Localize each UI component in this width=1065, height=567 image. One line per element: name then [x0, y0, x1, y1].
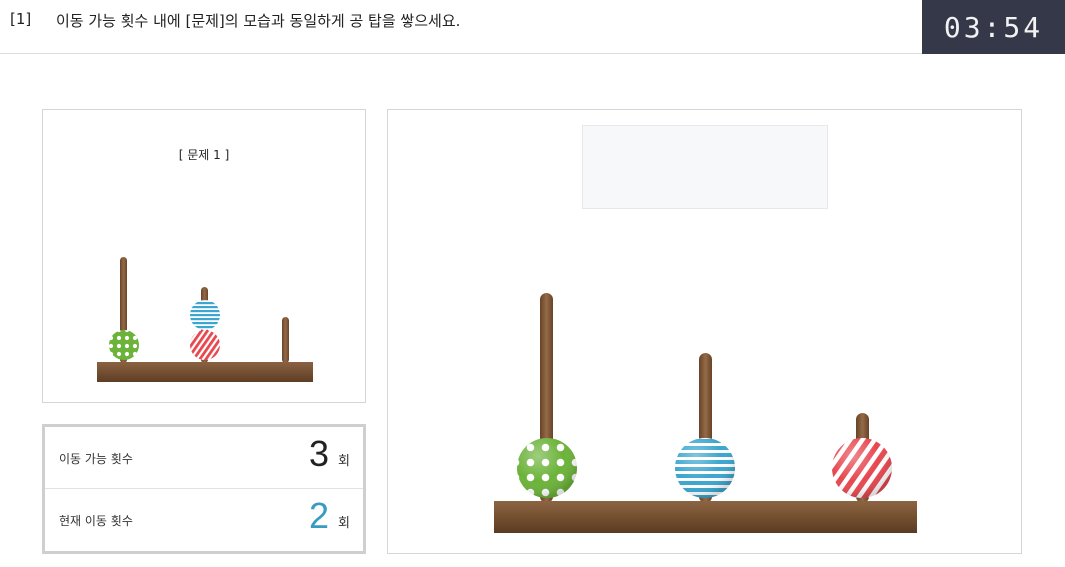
current-moves-label: 현재 이동 횟수 [59, 514, 133, 528]
problem-blue-stripe-ball [190, 300, 220, 330]
countdown-timer: 03:54 [922, 0, 1065, 54]
problem-peg-3 [282, 317, 289, 363]
question-instruction: 이동 가능 횟수 내에 [문제]의 모습과 동일하게 공 탑을 쌓으세요. [56, 12, 461, 30]
question-number: [1] [10, 10, 32, 28]
move-counter-panel: 이동 가능 횟수 3 회 현재 이동 횟수 2 회 [42, 424, 366, 554]
problem-illustration [97, 257, 313, 382]
problem-red-stripe-ball [190, 330, 220, 360]
problem-base [97, 362, 313, 382]
current-moves-row: 현재 이동 횟수 2 회 [45, 489, 363, 551]
board-red-stripe-ball[interactable] [832, 438, 892, 498]
play-board-panel [387, 109, 1022, 554]
current-moves-unit: 회 [338, 516, 350, 531]
board-base [494, 501, 917, 533]
problem-panel: [ 문제 1 ] [42, 109, 366, 403]
allowed-moves-row: 이동 가능 횟수 3 회 [45, 427, 363, 489]
board-green-dot-ball[interactable] [517, 438, 577, 498]
allowed-moves-unit: 회 [338, 454, 350, 469]
allowed-moves-label: 이동 가능 횟수 [59, 452, 133, 466]
allowed-moves-value: 3 [308, 433, 329, 474]
play-board [494, 293, 917, 533]
header-bar: [1] 이동 가능 횟수 내에 [문제]의 모습과 동일하게 공 탑을 쌓으세요… [0, 0, 1065, 54]
board-blue-stripe-ball[interactable] [675, 438, 735, 498]
current-moves-value: 2 [308, 495, 329, 536]
problem-green-dot-ball [109, 330, 139, 360]
